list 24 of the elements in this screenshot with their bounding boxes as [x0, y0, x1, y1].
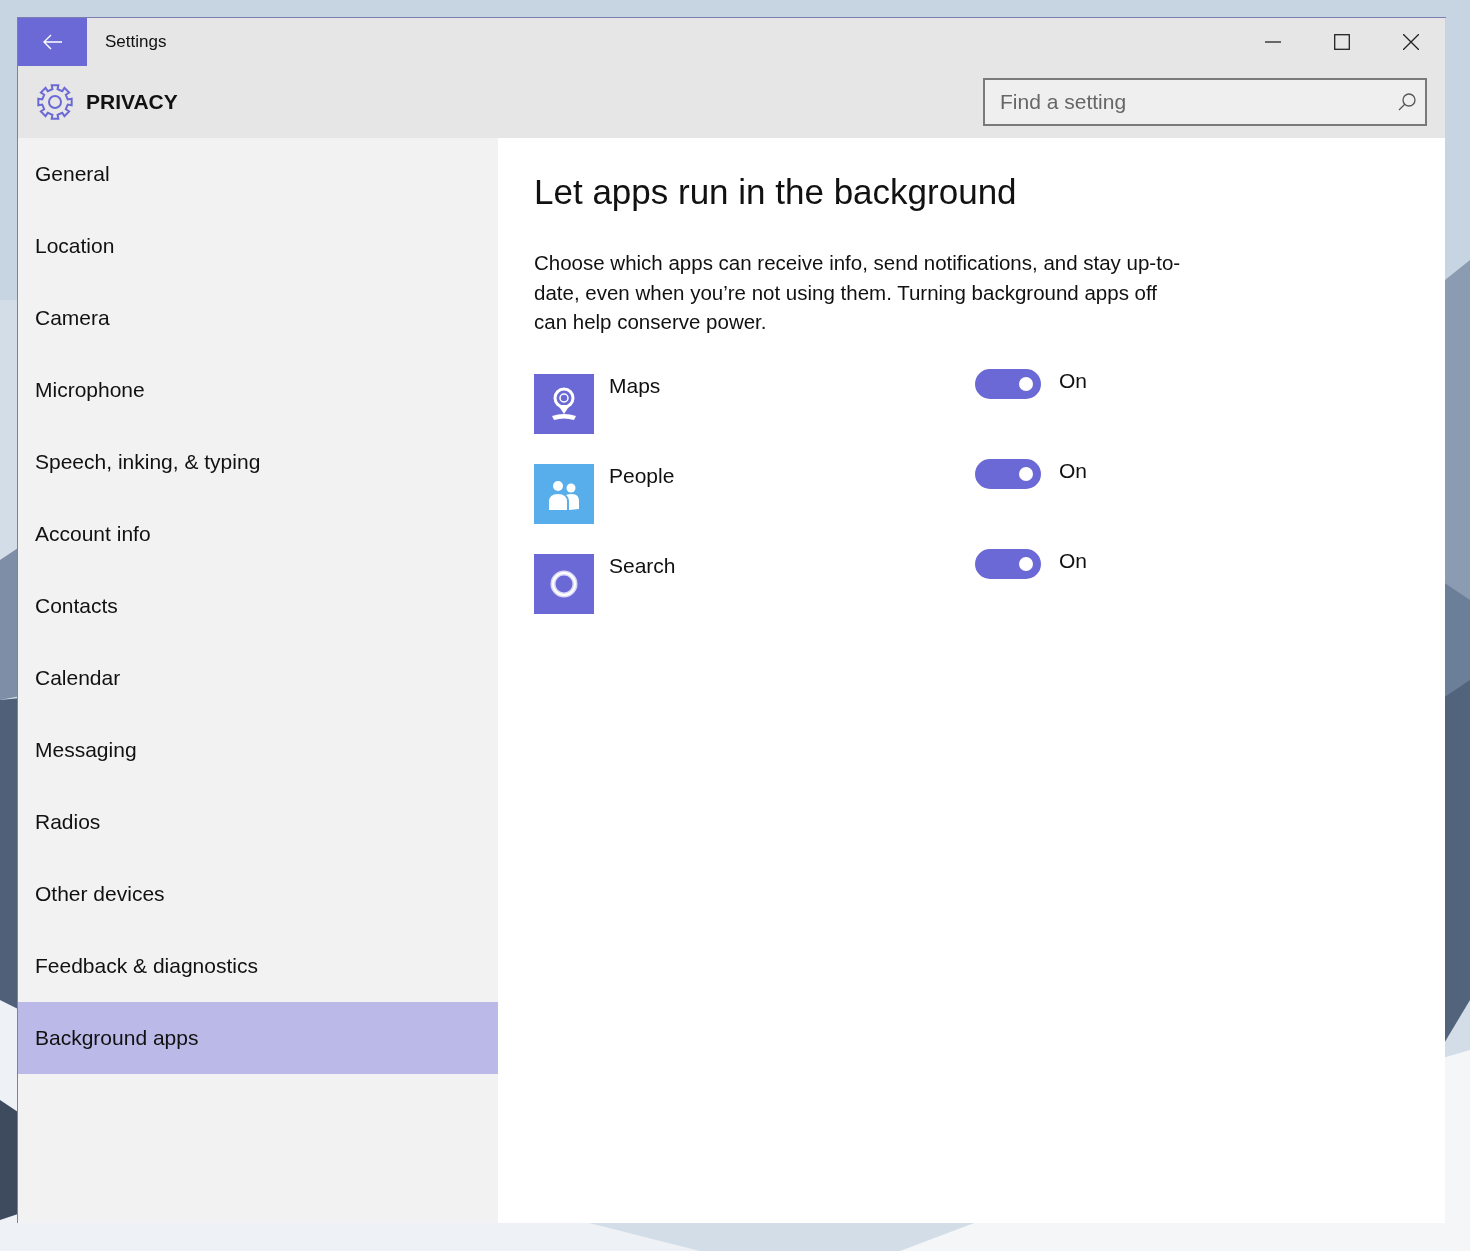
- sidebar-item[interactable]: Radios: [18, 786, 498, 858]
- sidebar-item[interactable]: Microphone: [18, 354, 498, 426]
- sidebar-item[interactable]: Messaging: [18, 714, 498, 786]
- sidebar-item[interactable]: Other devices: [18, 858, 498, 930]
- toggle-state-label: On: [1059, 458, 1087, 483]
- sidebar-item[interactable]: Speech, inking, & typing: [18, 426, 498, 498]
- sidebar-item[interactable]: Calendar: [18, 642, 498, 714]
- toggle-state-label: On: [1059, 368, 1087, 393]
- sidebar-item[interactable]: Contacts: [18, 570, 498, 642]
- app-name: Search: [609, 553, 677, 578]
- window-title: Settings: [105, 32, 168, 52]
- sidebar-item[interactable]: Location: [18, 210, 498, 282]
- page-heading: PRIVACY: [86, 90, 179, 114]
- sidebar-item[interactable]: Camera: [18, 282, 498, 354]
- sidebar-item[interactable]: Background apps: [18, 1002, 498, 1074]
- section-title: Let apps run in the background: [534, 172, 1018, 212]
- app-name: People: [609, 463, 676, 488]
- sidebar-item[interactable]: General: [18, 138, 498, 210]
- toggle-state-label: On: [1059, 548, 1087, 573]
- sidebar-item[interactable]: Account info: [18, 498, 498, 570]
- app-name: Maps: [609, 373, 662, 398]
- sidebar-item[interactable]: Feedback & diagnostics: [18, 930, 498, 1002]
- description-text: Choose which apps can receive info, send notifications, and stay up-to-date, even when you’re not using them. Turning background apps off can help conserve power.: [534, 250, 1182, 335]
- search-field[interactable]: Find a setting: [983, 78, 1427, 126]
